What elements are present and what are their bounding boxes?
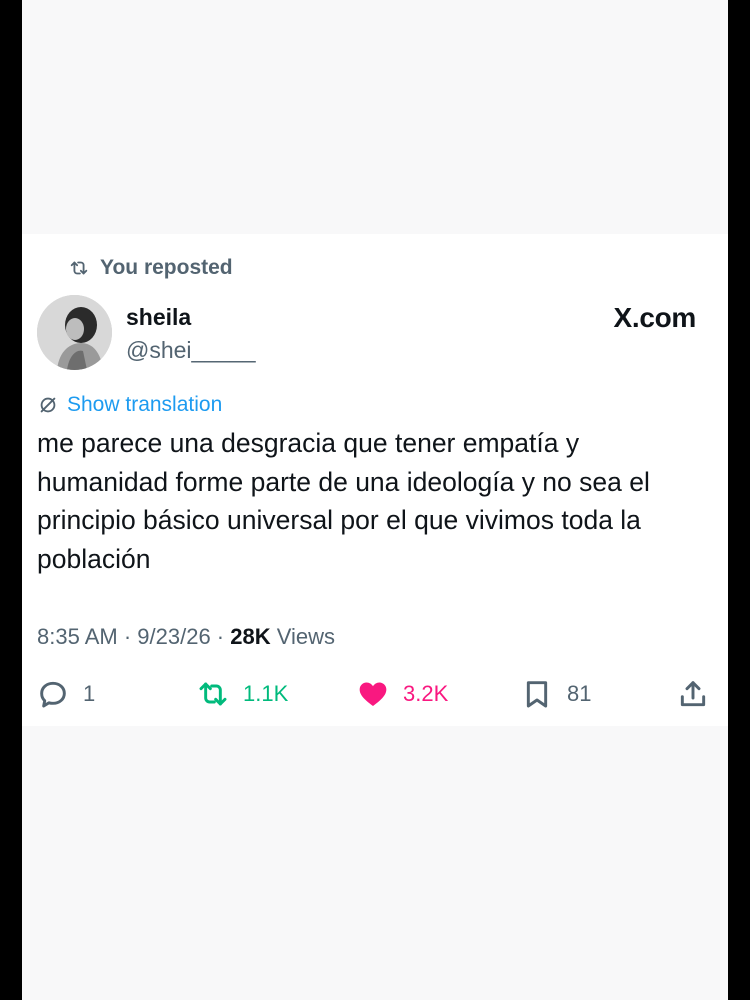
like-button[interactable]: 3.2K	[357, 676, 448, 712]
share-button[interactable]	[677, 676, 723, 712]
repost-icon	[70, 261, 88, 275]
display-name[interactable]: sheila	[126, 304, 191, 331]
heart-icon	[359, 682, 387, 706]
profile-photo	[37, 295, 112, 370]
tweet-time[interactable]: 8:35 AM	[37, 624, 118, 649]
bookmark-icon	[526, 681, 548, 708]
reply-count: 1	[83, 681, 96, 706]
meta-separator: ·	[210, 624, 231, 649]
tweet-date[interactable]: 9/23/26	[137, 624, 210, 649]
views-count: 28K	[230, 624, 271, 649]
tweet-metadata: 8:35 AM · 9/23/26 · 28K Views	[37, 624, 335, 650]
translate-icon	[40, 397, 56, 413]
views-label: Views	[270, 624, 336, 649]
bookmark-count: 81	[567, 681, 592, 706]
meta-separator: ·	[117, 624, 138, 649]
repost-button[interactable]: 1.1K	[197, 676, 288, 712]
reply-button[interactable]: 1	[37, 676, 95, 712]
reply-icon	[40, 681, 66, 708]
x-com-logo: X.com	[613, 302, 696, 333]
user-handle[interactable]: @shei_____	[126, 337, 256, 364]
repost-icon	[199, 682, 227, 706]
repost-indicator: You reposted	[68, 255, 233, 281]
repost-count: 1.1K	[243, 681, 289, 706]
like-count: 3.2K	[403, 681, 449, 706]
tweet-text: me parece una desgracia que tener empatí…	[37, 428, 650, 574]
share-icon	[680, 681, 706, 707]
repost-label: You reposted	[100, 256, 233, 279]
avatar[interactable]	[37, 295, 112, 370]
show-translation-label: Show translation	[67, 393, 223, 416]
bookmark-button[interactable]: 81	[521, 676, 591, 712]
tweet-actions-bar: 1 1.1K 3.2K 81	[37, 676, 712, 712]
show-translation-link[interactable]: Show translation	[37, 393, 222, 417]
